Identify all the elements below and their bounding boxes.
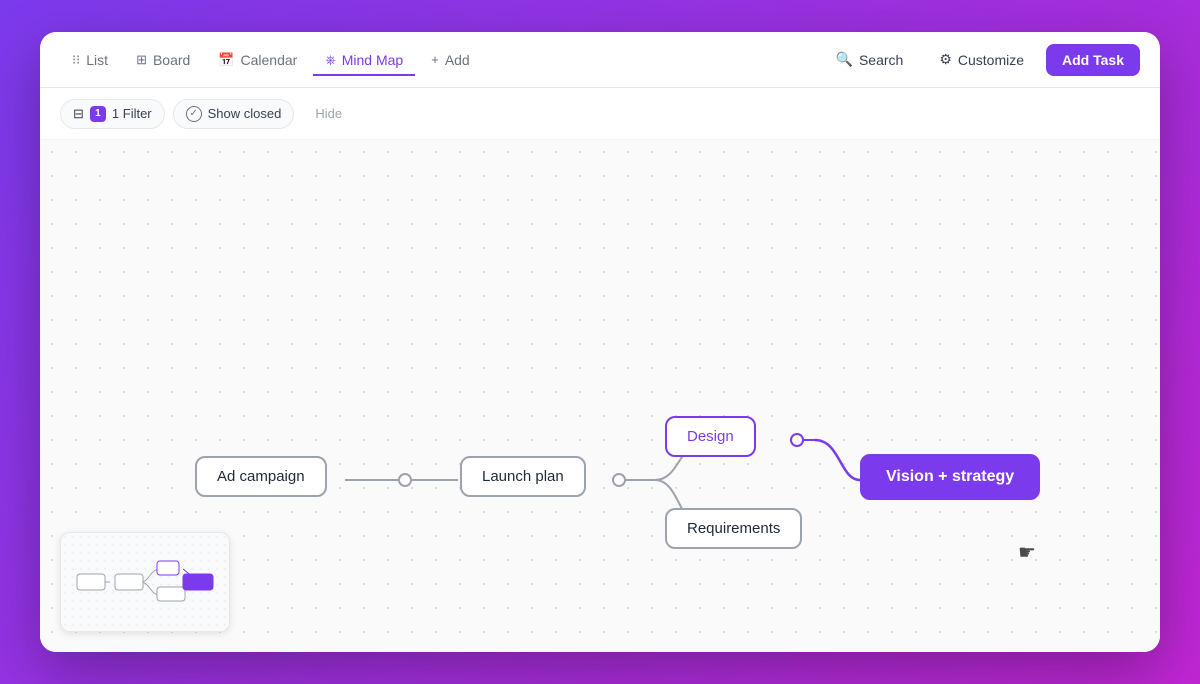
check-circle-icon: ✓ xyxy=(186,106,202,122)
ad-campaign-node[interactable]: Ad campaign xyxy=(195,456,327,497)
mini-map-svg xyxy=(75,547,215,617)
launch-plan-node[interactable]: Launch plan xyxy=(460,456,586,497)
gear-icon: ⚙ xyxy=(939,51,952,68)
tab-list-label: List xyxy=(86,52,108,68)
design-box: Design xyxy=(665,416,756,457)
search-icon: 🔍 xyxy=(836,51,853,68)
design-node[interactable]: Design xyxy=(665,416,756,457)
tab-list[interactable]: ⁝⁝ List xyxy=(60,44,120,76)
board-icon: ⊞ xyxy=(136,52,147,68)
filter-button[interactable]: ⊟ 1 1 Filter xyxy=(60,99,165,129)
show-closed-button[interactable]: ✓ Show closed xyxy=(173,99,295,129)
list-icon: ⁝⁝ xyxy=(72,52,80,68)
vision-strategy-box: Vision + strategy xyxy=(860,454,1040,500)
mindmap-icon: ⎈ xyxy=(325,52,335,68)
launch-plan-box: Launch plan xyxy=(460,456,586,497)
add-task-label: Add Task xyxy=(1062,52,1124,68)
requirements-node[interactable]: Requirements xyxy=(665,508,802,549)
filter-label: 1 Filter xyxy=(112,106,152,121)
hide-button[interactable]: Hide xyxy=(302,99,355,128)
tab-calendar-label: Calendar xyxy=(241,52,298,68)
connector-1 xyxy=(398,473,412,487)
filter-bar: ⊟ 1 1 Filter ✓ Show closed Hide xyxy=(40,88,1160,140)
tab-board[interactable]: ⊞ Board xyxy=(124,44,202,76)
customize-label: Customize xyxy=(958,52,1024,68)
ad-campaign-label: Ad campaign xyxy=(217,468,305,485)
mindmap-canvas[interactable]: Ad campaign Launch plan Design xyxy=(40,140,1160,652)
customize-button[interactable]: ⚙ Customize xyxy=(925,44,1038,75)
tab-calendar[interactable]: 📅 Calendar xyxy=(206,44,309,76)
hide-label: Hide xyxy=(315,106,342,121)
vision-strategy-label: Vision + strategy xyxy=(886,468,1014,485)
add-task-button[interactable]: Add Task xyxy=(1046,44,1140,76)
tab-add-label: Add xyxy=(445,52,470,68)
design-label: Design xyxy=(687,428,734,445)
search-label: Search xyxy=(859,52,903,68)
filter-count-badge: 1 xyxy=(90,106,106,122)
mini-map[interactable] xyxy=(60,532,230,632)
mini-map-inner xyxy=(61,533,229,631)
tab-mindmap[interactable]: ⎈ Mind Map xyxy=(313,44,415,76)
top-nav: ⁝⁝ List ⊞ Board 📅 Calendar ⎈ Mind Map + … xyxy=(40,32,1160,88)
show-closed-label: Show closed xyxy=(208,106,282,121)
requirements-label: Requirements xyxy=(687,520,780,537)
connector-2 xyxy=(612,473,626,487)
calendar-icon: 📅 xyxy=(218,52,234,68)
requirements-box: Requirements xyxy=(665,508,802,549)
ad-campaign-box: Ad campaign xyxy=(195,456,327,497)
search-button[interactable]: 🔍 Search xyxy=(822,44,918,75)
vision-strategy-node[interactable]: Vision + strategy xyxy=(860,454,1040,500)
tab-add[interactable]: + Add xyxy=(419,44,482,76)
connector-3 xyxy=(790,433,804,447)
filter-icon: ⊟ xyxy=(73,106,84,122)
nav-right: 🔍 Search ⚙ Customize Add Task xyxy=(822,44,1140,76)
plus-icon: + xyxy=(431,52,439,67)
tab-mindmap-label: Mind Map xyxy=(342,52,403,68)
cursor-indicator: ☛ xyxy=(1018,540,1036,565)
app-window: ⁝⁝ List ⊞ Board 📅 Calendar ⎈ Mind Map + … xyxy=(40,32,1160,652)
launch-plan-label: Launch plan xyxy=(482,468,564,485)
tab-board-label: Board xyxy=(153,52,190,68)
